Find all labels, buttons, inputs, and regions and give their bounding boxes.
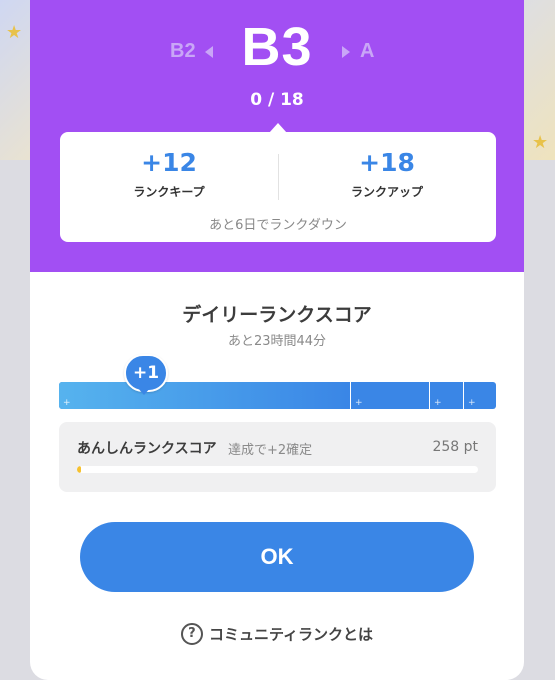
daily-score-bar: + + + +	[59, 382, 496, 409]
community-rank-help-link[interactable]: ? コミュニティランクとは	[30, 623, 524, 645]
current-rank: B3	[241, 17, 313, 77]
plus-tick: +	[63, 398, 71, 408]
card-notch	[269, 123, 287, 133]
rank-requirements-card: +12 ランクキープ +18 ランクアップ あと6日でランクダウン	[60, 123, 496, 242]
safe-score-condition: 達成で+2確定	[228, 443, 313, 458]
ok-button[interactable]: OK	[80, 522, 474, 592]
daily-score-timer: あと23時間44分	[227, 334, 327, 349]
arrow-right-icon	[342, 46, 350, 58]
rank-up-label: ランクアップ	[350, 185, 423, 199]
rank-up: +18 ランクアップ	[278, 148, 496, 200]
star-icon: ★	[6, 22, 23, 43]
rank-keep-points: +12	[141, 148, 197, 177]
safe-rank-score-panel: あんしんランクスコア 達成で+2確定 258 pt	[59, 422, 496, 492]
bubble-pointer	[137, 387, 151, 395]
daily-score-title: デイリーランクスコア	[182, 304, 372, 326]
rank-progress-count: 0 / 18	[250, 90, 304, 110]
rank-row: B2 B3 A	[30, 17, 524, 86]
community-rank-modal: B2 B3 A 0 / 18 +12 ランクキープ +18 ランクアップ あと6…	[30, 0, 524, 680]
safe-score-progress-fill	[77, 466, 81, 473]
bar-segment-divider	[429, 382, 430, 409]
safe-score-title: あんしんランクスコア	[77, 441, 217, 457]
safe-score-progress-bar	[77, 466, 478, 473]
safe-score-value: 258 pt	[432, 439, 478, 455]
rank-keep: +12 ランクキープ	[60, 148, 278, 200]
next-rank: A	[360, 40, 375, 62]
rank-header: B2 B3 A 0 / 18 +12 ランクキープ +18 ランクアップ あと6…	[30, 0, 524, 272]
bar-segment-divider	[463, 382, 464, 409]
plus-tick: +	[468, 398, 476, 408]
rank-keep-label: ランクキープ	[133, 185, 205, 199]
question-circle-icon: ?	[180, 623, 203, 645]
rank-down-note: あと6日でランクダウン	[209, 218, 347, 233]
daily-score-fill	[59, 382, 349, 409]
plus-tick: +	[355, 398, 363, 408]
plus-tick: +	[434, 398, 442, 408]
rank-up-points: +18	[359, 148, 415, 177]
help-link-label: コミュニティランクとは	[208, 625, 374, 644]
bar-segment-divider	[350, 382, 351, 409]
star-icon: ★	[532, 132, 549, 153]
